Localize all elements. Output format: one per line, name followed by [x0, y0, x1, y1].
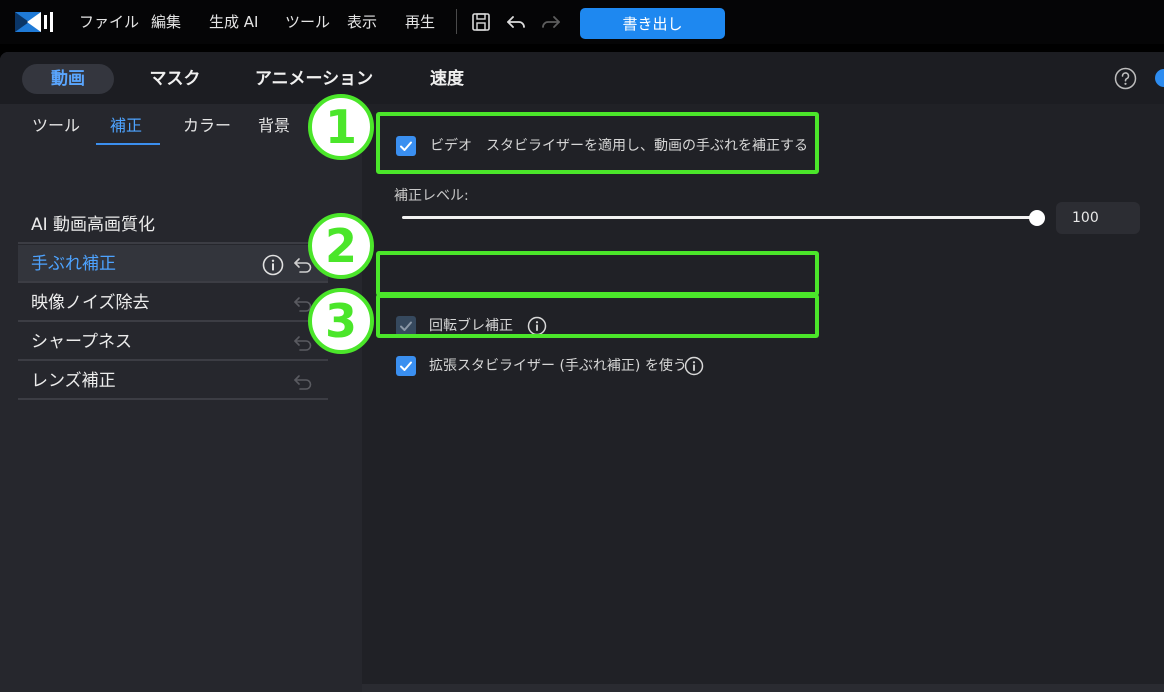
highlight-box-3	[376, 294, 819, 338]
list-item-label: レンズ補正	[31, 371, 116, 391]
list-item-lens-correction[interactable]: レンズ補正	[18, 362, 328, 400]
subtab-color[interactable]: カラー	[183, 114, 231, 138]
subtab-background[interactable]: 背景	[258, 114, 290, 138]
list-item-stabilizer[interactable]: 手ぶれ補正	[18, 245, 328, 283]
stabilizer-settings: ビデオ スタビライザーを適用し、動画の手ぶれを補正する 補正レベル: 回転ブレ補…	[362, 104, 1164, 692]
list-item-label: 映像ノイズ除去	[31, 293, 150, 313]
undo-icon[interactable]	[505, 11, 527, 33]
level-slider-track[interactable]	[402, 216, 1036, 219]
annotation-badge-1: 1	[308, 94, 374, 160]
app-logo-icon[interactable]	[15, 11, 55, 33]
list-item-ai-upscale[interactable]: AI 動画高画質化	[18, 206, 328, 244]
extended-stabilizer-label: 拡張スタビライザー (手ぶれ補正) を使う	[429, 358, 687, 374]
badge-number: 2	[324, 219, 357, 273]
close-panel-icon[interactable]	[1155, 69, 1164, 87]
level-label: 補正レベル:	[394, 188, 469, 204]
badge-number: 3	[324, 294, 357, 348]
highlight-box-1	[376, 112, 819, 174]
tab-animation[interactable]: アニメーション	[252, 64, 376, 94]
bottom-scroll-strip	[362, 684, 1164, 692]
tab-speed[interactable]: 速度	[414, 64, 480, 94]
help-icon[interactable]	[1114, 67, 1137, 90]
extended-stabilizer-checkbox[interactable]	[396, 356, 416, 376]
highlight-box-2	[376, 251, 819, 296]
level-slider-thumb[interactable]	[1029, 210, 1045, 226]
reset-icon[interactable]	[292, 371, 314, 393]
menu-bar: ファイル 編集 生成 AI ツール 表示 再生 書き出し	[0, 0, 1164, 44]
list-item-sharpness[interactable]: シャープネス	[18, 323, 328, 361]
list-item-label: AI 動画高画質化	[31, 215, 156, 235]
main-tab-bar: 動画 マスク アニメーション 速度	[0, 52, 1164, 104]
menu-view[interactable]: 表示	[347, 12, 377, 32]
left-column: ツール 補正 カラー 背景 AI 動画高画質化 手ぶれ補正 映像ノイズ除去 シャ…	[0, 104, 362, 692]
menu-divider	[456, 9, 457, 34]
list-item-label: シャープネス	[31, 332, 132, 352]
level-value-input[interactable]	[1056, 202, 1140, 234]
redo-icon[interactable]	[540, 11, 562, 33]
info-icon[interactable]	[262, 254, 284, 276]
checkmark-icon	[400, 361, 412, 371]
tab-video[interactable]: 動画	[22, 64, 114, 94]
subtab-tools[interactable]: ツール	[32, 114, 80, 138]
menu-file[interactable]: ファイル	[79, 12, 139, 32]
subtab-active-indicator	[96, 143, 160, 145]
menu-generative-ai[interactable]: 生成 AI	[209, 12, 258, 32]
export-button[interactable]: 書き出し	[580, 8, 725, 39]
tab-mask[interactable]: マスク	[134, 64, 216, 94]
menu-playback[interactable]: 再生	[405, 12, 435, 32]
annotation-badge-2: 2	[308, 213, 374, 279]
save-icon[interactable]	[470, 11, 492, 33]
list-item-denoise[interactable]: 映像ノイズ除去	[18, 284, 328, 322]
subtab-correction[interactable]: 補正	[110, 114, 142, 138]
info-icon[interactable]	[684, 356, 704, 376]
menu-tools[interactable]: ツール	[285, 12, 330, 32]
badge-number: 1	[324, 100, 357, 154]
annotation-badge-3: 3	[308, 288, 374, 354]
menu-edit[interactable]: 編集	[151, 12, 181, 32]
list-item-label: 手ぶれ補正	[31, 254, 116, 274]
